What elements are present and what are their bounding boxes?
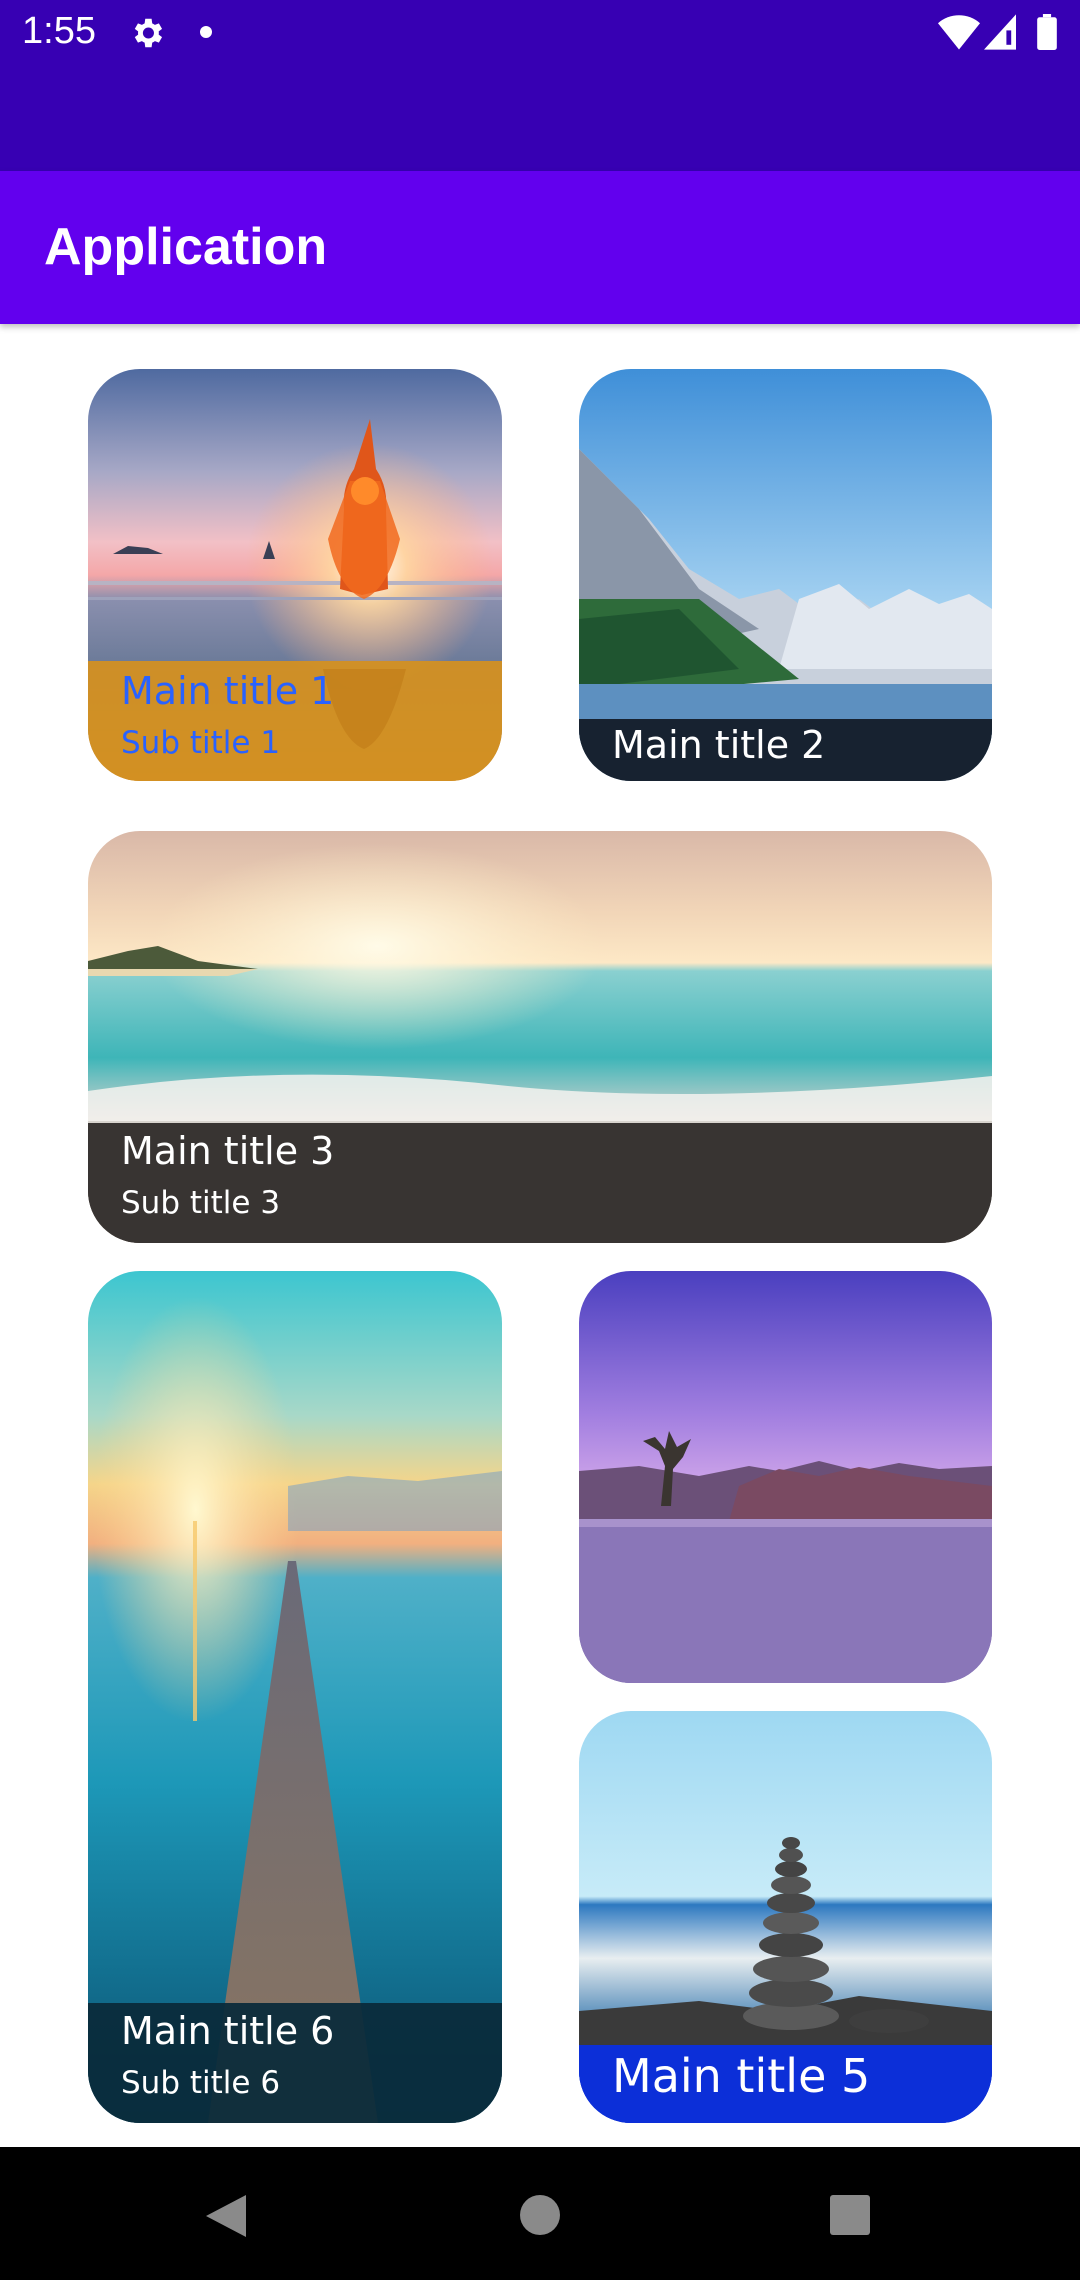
card-4[interactable] <box>579 1271 992 1683</box>
card-sub-title: Sub title 3 <box>121 1184 281 1221</box>
card-caption: Main title 5 <box>579 2045 992 2123</box>
app-bar: Application <box>0 171 1080 324</box>
card-2[interactable]: Main title 2 <box>579 369 992 781</box>
wifi-icon <box>938 15 980 50</box>
home-icon[interactable] <box>520 2195 560 2235</box>
status-time: 1:55 <box>22 10 96 52</box>
card-main-title: Main title 3 <box>121 1129 335 1173</box>
card-5[interactable]: Main title 5 <box>579 1711 992 2123</box>
battery-icon <box>1037 14 1057 50</box>
card-3[interactable]: Main title 3 Sub title 3 <box>88 831 992 1243</box>
back-icon[interactable] <box>206 2195 246 2237</box>
card-main-title: Main title 5 <box>612 2049 871 2103</box>
notification-dot-icon <box>200 26 212 38</box>
card-caption: Main title 1 Sub title 1 <box>88 661 502 781</box>
card-sub-title: Sub title 1 <box>121 724 281 761</box>
card-caption: Main title 2 <box>579 719 992 781</box>
card-main-title: Main title 1 <box>121 669 335 713</box>
card-1[interactable]: Main title 1 Sub title 1 <box>88 369 502 781</box>
card-sub-title: Sub title 6 <box>121 2064 281 2101</box>
lone-tree-lake-image <box>579 1271 992 1683</box>
wooden-pier-image <box>88 1271 502 2123</box>
cell-signal-icon <box>984 14 1016 50</box>
card-main-title: Main title 2 <box>612 723 826 767</box>
recents-icon[interactable] <box>830 2195 870 2235</box>
gear-icon <box>134 18 163 48</box>
card-caption: Main title 3 Sub title 3 <box>88 1123 992 1243</box>
card-main-title: Main title 6 <box>121 2009 335 2053</box>
app-title: Application <box>44 218 328 276</box>
status-bar: 1:55 <box>0 0 1080 171</box>
card-caption: Main title 6 Sub title 6 <box>88 2003 502 2123</box>
card-6[interactable]: Main title 6 Sub title 6 <box>88 1271 502 2123</box>
navigation-bar <box>0 2147 1080 2280</box>
